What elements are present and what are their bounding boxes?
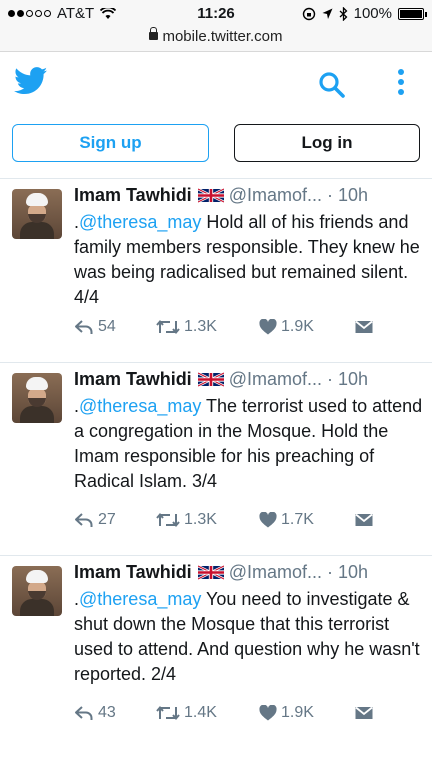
reply-button[interactable]: 43	[74, 704, 156, 722]
reply-icon	[75, 513, 93, 527]
retweet-icon	[156, 512, 180, 528]
mention-link[interactable]: @theresa_may	[79, 589, 201, 609]
retweet-icon	[156, 705, 180, 721]
search-icon[interactable]	[318, 71, 346, 99]
tweet-actions: 43 1.4K 1.9K	[74, 704, 424, 722]
like-count: 1.9K	[281, 704, 314, 721]
tweet-text: .@theresa_may You need to investigate & …	[74, 587, 424, 687]
bluetooth-icon	[339, 6, 348, 21]
reply-icon	[75, 706, 93, 720]
like-button[interactable]: 1.7K	[259, 511, 355, 529]
user-handle[interactable]: @Imamof...	[229, 562, 322, 583]
heart-icon	[259, 705, 277, 721]
uk-flag-icon	[197, 371, 224, 388]
timestamp[interactable]: 10h	[338, 562, 368, 583]
separator: ·	[326, 562, 333, 582]
reply-count: 43	[98, 704, 116, 721]
auth-bar: Sign up Log in	[0, 124, 432, 169]
tweet[interactable]: Imam Tawhidi @Imamof... · 10h .@theresa_…	[0, 555, 432, 748]
reply-count: 54	[98, 318, 116, 335]
retweet-count: 1.4K	[184, 704, 217, 721]
tweet-text: .@theresa_may Hold all of his friends an…	[74, 210, 424, 310]
timestamp[interactable]: 10h	[338, 185, 368, 206]
twitter-bird-icon[interactable]	[14, 67, 48, 95]
retweet-count: 1.3K	[184, 511, 217, 528]
display-name[interactable]: Imam Tawhidi	[74, 562, 192, 583]
tweet-text: .@theresa_may The terrorist used to atte…	[74, 394, 424, 494]
retweet-button[interactable]: 1.4K	[156, 704, 259, 722]
like-button[interactable]: 1.9K	[259, 318, 355, 336]
timestamp[interactable]: 10h	[338, 369, 368, 390]
url-bar[interactable]: mobile.twitter.com	[0, 27, 432, 45]
display-name[interactable]: Imam Tawhidi	[74, 185, 192, 206]
mention-link[interactable]: @theresa_may	[79, 396, 201, 416]
direct-message-icon	[355, 320, 373, 333]
user-handle[interactable]: @Imamof...	[229, 369, 322, 390]
retweet-icon	[156, 319, 180, 335]
sign-up-button[interactable]: Sign up	[12, 124, 209, 162]
tweet-actions: 54 1.3K 1.9K	[74, 318, 424, 336]
battery-percent: 100%	[353, 5, 392, 22]
heart-icon	[259, 319, 277, 335]
more-vertical-icon[interactable]	[396, 69, 406, 99]
tweet-actions: 27 1.3K 1.7K	[74, 511, 424, 529]
separator: ·	[326, 369, 333, 389]
reply-icon	[75, 320, 93, 334]
avatar[interactable]	[12, 189, 62, 239]
avatar[interactable]	[12, 566, 62, 616]
system-indicators: 100%	[302, 5, 427, 22]
user-handle[interactable]: @Imamof...	[229, 185, 322, 206]
heart-icon	[259, 512, 277, 528]
reply-count: 27	[98, 511, 116, 528]
like-count: 1.7K	[281, 511, 314, 528]
status-bar: AT&T 11:26 100% mobile.twitter.com	[0, 0, 432, 52]
retweet-count: 1.3K	[184, 318, 217, 335]
reply-button[interactable]: 27	[74, 511, 156, 529]
dm-button[interactable]	[355, 704, 373, 722]
separator: ·	[326, 185, 333, 205]
dm-button[interactable]	[355, 318, 373, 336]
mention-link[interactable]: @theresa_may	[79, 212, 201, 232]
location-icon	[322, 8, 333, 19]
dm-button[interactable]	[355, 511, 373, 529]
rotation-lock-icon	[302, 7, 315, 20]
direct-message-icon	[355, 513, 373, 526]
log-in-button[interactable]: Log in	[234, 124, 420, 162]
reply-button[interactable]: 54	[74, 318, 156, 336]
uk-flag-icon	[197, 564, 224, 581]
retweet-button[interactable]: 1.3K	[156, 318, 259, 336]
display-name[interactable]: Imam Tawhidi	[74, 369, 192, 390]
tweet[interactable]: Imam Tawhidi @Imamof... · 10h .@theresa_…	[0, 178, 432, 362]
tweet-feed: Imam Tawhidi @Imamof... · 10h .@theresa_…	[0, 178, 432, 748]
retweet-button[interactable]: 1.3K	[156, 511, 259, 529]
battery-icon	[398, 7, 427, 20]
like-button[interactable]: 1.9K	[259, 704, 355, 722]
lock-icon	[149, 27, 159, 40]
app-header	[0, 53, 432, 119]
tweet[interactable]: Imam Tawhidi @Imamof... · 10h .@theresa_…	[0, 362, 432, 555]
url-text: mobile.twitter.com	[162, 28, 283, 45]
uk-flag-icon	[197, 187, 224, 204]
direct-message-icon	[355, 706, 373, 719]
avatar[interactable]	[12, 373, 62, 423]
like-count: 1.9K	[281, 318, 314, 335]
